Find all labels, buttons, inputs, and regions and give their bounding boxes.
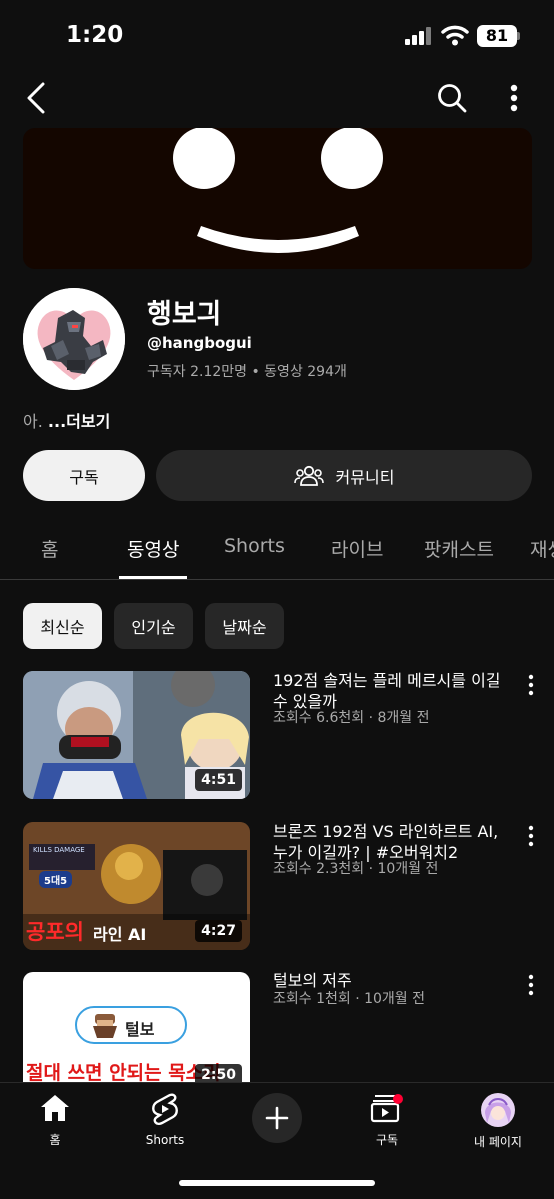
- chip-oldest[interactable]: 날짜순: [205, 603, 284, 649]
- more-options-button[interactable]: [500, 80, 528, 116]
- tab-podcasts[interactable]: 팟캐스트: [424, 535, 494, 562]
- tab-home[interactable]: 홈: [41, 535, 58, 562]
- smiley-face-graphic: [173, 128, 383, 253]
- nav-label: Shorts: [145, 1133, 185, 1147]
- tab-live[interactable]: 라이브: [331, 535, 383, 562]
- video-title[interactable]: 브론즈 192점 VS 라인하르트 AI, 누가 이길까? | #오버워치2: [273, 821, 513, 863]
- back-button[interactable]: [20, 80, 52, 116]
- channel-banner: [23, 128, 532, 269]
- video-thumbnail[interactable]: KILLS DAMAGE 5대5 공포의 라인 AI 4:27: [23, 822, 250, 950]
- video-meta: 조회수 1천회 · 10개월 전: [273, 991, 426, 1007]
- tab-playlists[interactable]: 재생: [530, 535, 554, 562]
- chip-label: 날짜순: [222, 618, 267, 637]
- video-more-icon[interactable]: [522, 824, 540, 848]
- chip-label: 최신순: [40, 618, 85, 637]
- more-vert-icon: [510, 84, 518, 112]
- nav-my-page[interactable]: 내 페이지: [453, 1093, 543, 1150]
- video-meta: 조회수 2.3천회 · 10개월 전: [273, 861, 439, 877]
- channel-description[interactable]: 아. ...더보기: [23, 408, 110, 432]
- chip-popular[interactable]: 인기순: [114, 603, 193, 649]
- tab-videos[interactable]: 동영상: [127, 535, 179, 562]
- channel-avatar[interactable]: [23, 288, 125, 390]
- nav-subscriptions[interactable]: 구독: [342, 1093, 432, 1148]
- thumbnail-hud: KILLS DAMAGE: [33, 846, 85, 854]
- battery-indicator: 81: [477, 25, 517, 47]
- shorts-icon: [152, 1093, 178, 1125]
- channel-tabs: 홈 동영상 Shorts 라이브 팟캐스트 재생: [0, 520, 554, 580]
- thumbnail-text-red: 공포의: [26, 920, 84, 944]
- thumbnail-badge: 5대5: [39, 871, 73, 888]
- search-icon: [438, 84, 467, 113]
- nav-home[interactable]: 홈: [10, 1093, 100, 1148]
- nav-label: 내 페이지: [474, 1135, 522, 1149]
- people-icon: [293, 465, 324, 486]
- subscribe-button[interactable]: 구독: [23, 450, 145, 501]
- chip-latest[interactable]: 최신순: [23, 603, 102, 649]
- search-button[interactable]: [434, 80, 470, 116]
- cellular-signal-icon: [405, 27, 433, 45]
- thumbnail-pill-text: 털보: [125, 1020, 155, 1039]
- video-title[interactable]: 192점 솔져는 플레 메르시를 이길수 있을까: [273, 670, 513, 712]
- nav-create[interactable]: [232, 1093, 322, 1143]
- avatar-robot-image: [23, 288, 125, 390]
- home-icon: [41, 1095, 69, 1121]
- nav-shorts[interactable]: Shorts: [120, 1093, 210, 1147]
- community-label: 커뮤니티: [335, 467, 395, 487]
- wifi-icon: [441, 25, 469, 46]
- chevron-left-icon: [27, 82, 45, 114]
- video-more-icon[interactable]: [522, 673, 540, 697]
- status-bar: 1:20 81: [0, 0, 554, 70]
- nav-label: 구독: [375, 1133, 399, 1147]
- subscribe-label: 구독: [69, 467, 99, 487]
- channel-name: 행보긔: [147, 299, 222, 330]
- home-indicator: [179, 1180, 375, 1186]
- thumbnail-text-white: 라인 AI: [93, 925, 147, 944]
- channel-stats: 구독자 2.12만명 • 동영상 294개: [147, 364, 347, 380]
- video-more-icon[interactable]: [522, 973, 540, 997]
- more-link[interactable]: ...더보기: [48, 412, 110, 431]
- create-button: [252, 1093, 302, 1143]
- video-thumbnail[interactable]: 털보 절대 쓰면 안되는 목소리 2:50: [23, 972, 250, 1082]
- video-duration: 2:50: [195, 1064, 242, 1082]
- battery-tip: [517, 32, 520, 40]
- channel-handle: @hangbogui: [147, 334, 252, 352]
- subscriptions-icon: [370, 1094, 403, 1123]
- create-icon: [265, 1106, 289, 1130]
- tab-shorts[interactable]: Shorts: [224, 535, 285, 557]
- nav-label: 홈: [49, 1133, 61, 1147]
- video-thumbnail[interactable]: 4:51: [23, 671, 250, 799]
- bearded-face-icon: [93, 1014, 117, 1038]
- chip-label: 인기순: [131, 618, 176, 637]
- video-meta: 조회수 6.6천회 · 8개월 전: [273, 710, 430, 726]
- description-text: 아.: [23, 412, 48, 431]
- video-duration: 4:27: [195, 920, 242, 942]
- community-button[interactable]: 커뮤니티: [156, 450, 532, 501]
- profile-avatar: [481, 1093, 515, 1127]
- active-tab-indicator: [119, 576, 187, 579]
- status-time: 1:20: [66, 22, 124, 48]
- video-duration: 4:51: [195, 769, 242, 791]
- thumbnail-caption: 절대 쓰면 안되는 목소리: [26, 1062, 221, 1082]
